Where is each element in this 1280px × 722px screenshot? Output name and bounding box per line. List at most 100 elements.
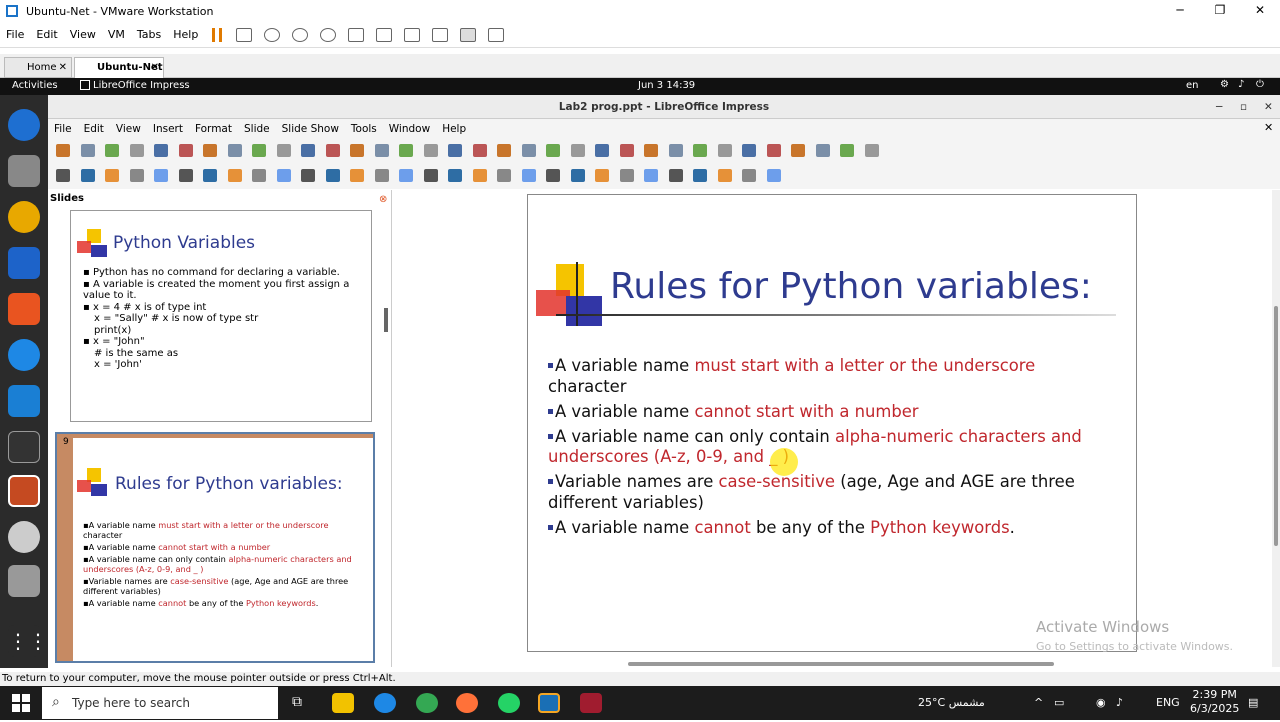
dvd-icon[interactable] [8, 521, 40, 553]
taskbar-search-input[interactable]: Type here to search [42, 687, 278, 719]
software-icon[interactable] [8, 293, 40, 325]
toolbar-button-icon[interactable] [546, 169, 560, 182]
toolbar-button-icon[interactable] [448, 144, 462, 157]
revert-snapshot-icon[interactable] [292, 27, 309, 42]
keyboard-language[interactable]: en [1186, 80, 1199, 91]
toolbar-button-icon[interactable] [619, 169, 634, 182]
maximize-button[interactable]: ❐ [1200, 0, 1240, 22]
show-hidden-icons[interactable]: ^ [1034, 686, 1043, 720]
whatsapp-icon[interactable] [498, 693, 520, 713]
slide-title[interactable]: Rules for Python variables: [610, 266, 1092, 307]
library-view-icon[interactable] [348, 27, 365, 42]
toolbar-button-icon[interactable] [546, 144, 560, 157]
toolbar-button-icon[interactable] [423, 144, 438, 157]
slide-thumbnail-9[interactable]: 9 Rules for Python variables: ▪A variabl… [55, 432, 375, 663]
send-keys-icon[interactable] [236, 27, 253, 42]
toolbar-button-icon[interactable] [276, 144, 291, 157]
toolbar-button-icon[interactable] [472, 169, 487, 182]
toolbar-button-icon[interactable] [154, 169, 168, 182]
snapshot-icon[interactable] [264, 27, 281, 42]
toolbar-button-icon[interactable] [80, 169, 95, 182]
volume-icon[interactable]: ♪ [1238, 79, 1244, 90]
toolbar-button-icon[interactable] [668, 144, 683, 157]
snapshot-manager-icon[interactable] [320, 27, 337, 42]
weather[interactable]: 25°C مشمس [918, 686, 985, 720]
toolbar-button-icon[interactable] [448, 169, 462, 182]
toolbar-button-icon[interactable] [203, 169, 217, 182]
toolbar-button-icon[interactable] [227, 144, 242, 157]
lo-menu-window[interactable]: Window [383, 123, 436, 135]
active-app-label[interactable]: LibreOffice Impress [93, 80, 190, 91]
show-apps-icon[interactable]: ⋮⋮ [8, 625, 48, 657]
toolbar-button-icon[interactable] [325, 169, 340, 182]
lo-restore-button[interactable]: ▫ [1240, 95, 1247, 119]
toolbar-button-icon[interactable] [521, 169, 536, 182]
toolbar-button-icon[interactable] [105, 169, 119, 182]
toolbar-button-icon[interactable] [742, 169, 756, 182]
lo-menu-edit[interactable]: Edit [78, 123, 110, 135]
edge-icon[interactable] [374, 693, 396, 713]
lo-menu-slideshow[interactable]: Slide Show [276, 123, 345, 135]
toolbar-button-icon[interactable] [595, 169, 609, 182]
toolbar-button-icon[interactable] [301, 144, 315, 157]
toolbar-button-icon[interactable] [717, 144, 732, 157]
chrome-icon[interactable] [416, 693, 438, 713]
close-pane-icon[interactable]: ⊗ [379, 194, 387, 205]
toolbar-button-icon[interactable] [693, 169, 707, 182]
tab-home[interactable]: Home ✕ [4, 57, 72, 78]
toolbar-button-icon[interactable] [129, 169, 144, 182]
unity-icon[interactable] [432, 27, 449, 42]
close-icon[interactable]: ✕ [59, 58, 67, 77]
toolbar-button-icon[interactable] [374, 169, 389, 182]
menu-tabs[interactable]: Tabs [131, 28, 167, 41]
toolbar-button-icon[interactable] [766, 144, 781, 157]
minimize-button[interactable]: ─ [1160, 0, 1200, 22]
lo-menu-insert[interactable]: Insert [147, 123, 189, 135]
task-view-icon[interactable]: ⧉ [292, 694, 302, 710]
close-button[interactable]: ✕ [1240, 0, 1280, 22]
menu-view[interactable]: View [64, 28, 102, 41]
toolbar-button-icon[interactable] [178, 144, 193, 157]
toolbar-button-icon[interactable] [497, 144, 511, 157]
firefox-icon[interactable] [456, 693, 478, 713]
toolbar-button-icon[interactable] [56, 169, 70, 182]
terminal-icon[interactable] [8, 431, 40, 463]
toolbar-button-icon[interactable] [570, 169, 585, 182]
toolbar-button-icon[interactable] [864, 144, 879, 157]
lo-close-button[interactable]: ✕ [1264, 95, 1273, 119]
winrar-icon[interactable] [580, 693, 602, 713]
activities-button[interactable]: Activities [12, 80, 58, 91]
toolbar-button-icon[interactable] [717, 169, 732, 182]
toolbar-button-icon[interactable] [350, 169, 364, 182]
toolbar-button-icon[interactable] [840, 144, 854, 157]
lo-menu-view[interactable]: View [110, 123, 147, 135]
save-drive-icon[interactable] [8, 565, 40, 597]
system-clock[interactable]: 2:39 PM 6/3/2025 [1190, 688, 1239, 722]
close-document-icon[interactable]: ✕ [1264, 121, 1273, 134]
toolbar-button-icon[interactable] [80, 144, 95, 157]
clock[interactable]: Jun 3 14:39 [638, 80, 695, 91]
stretch-icon[interactable] [488, 27, 505, 42]
writer-icon[interactable] [8, 247, 40, 279]
toolbar-button-icon[interactable] [693, 144, 707, 157]
toolbar-button-icon[interactable] [791, 144, 805, 157]
toolbar-button-icon[interactable] [252, 169, 266, 182]
toolbar-button-icon[interactable] [399, 169, 413, 182]
lo-menu-format[interactable]: Format [189, 123, 238, 135]
menu-edit[interactable]: Edit [30, 28, 63, 41]
toolbar-button-icon[interactable] [374, 144, 389, 157]
pane-scrollbar-thumb[interactable] [384, 308, 388, 332]
toolbar-button-icon[interactable] [399, 144, 413, 157]
console-icon[interactable] [460, 27, 477, 42]
lo-menu-file[interactable]: File [48, 123, 78, 135]
toolbar-button-icon[interactable] [668, 169, 683, 182]
lo-menu-slide[interactable]: Slide [238, 123, 276, 135]
wifi-icon[interactable]: ◉ [1096, 686, 1106, 720]
menu-file[interactable]: File [0, 28, 30, 41]
tab-ubuntu-net[interactable]: Ubuntu-Net ✕ [74, 57, 164, 78]
toolbar-button-icon[interactable] [497, 169, 511, 182]
toolbar-button-icon[interactable] [423, 169, 438, 182]
toolbar-button-icon[interactable] [350, 144, 364, 157]
file-explorer-icon[interactable] [332, 693, 354, 713]
menu-vm[interactable]: VM [102, 28, 131, 41]
